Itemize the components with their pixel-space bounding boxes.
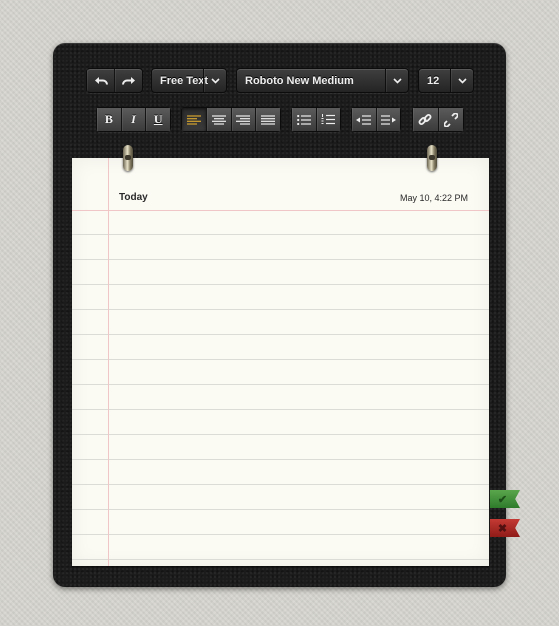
- chevron-down-icon: [450, 69, 473, 92]
- italic-label: I: [131, 112, 136, 126]
- undo-icon: [94, 76, 108, 85]
- redo-icon: [121, 76, 135, 85]
- indent-group: [351, 107, 401, 132]
- unlink-icon: [443, 112, 458, 127]
- numbered-list-button[interactable]: [316, 108, 340, 131]
- chevron-down-icon: [385, 69, 408, 92]
- undo-redo-group: [86, 68, 143, 93]
- note-title: Today: [119, 192, 148, 203]
- align-center-button[interactable]: [206, 108, 232, 131]
- note-paper[interactable]: Today May 10, 4:22 PM: [72, 158, 489, 566]
- align-left-button[interactable]: [182, 108, 207, 131]
- alignment-group: [181, 107, 281, 132]
- remove-link-button[interactable]: [438, 108, 463, 131]
- outdent-icon: [356, 114, 372, 125]
- bold-label: B: [104, 112, 113, 126]
- bold-button[interactable]: B: [97, 108, 122, 131]
- align-justify-icon: [261, 114, 276, 125]
- numbered-list-icon: [321, 114, 336, 125]
- bullet-list-button[interactable]: [292, 108, 317, 131]
- binder-ring-right: [427, 145, 437, 171]
- align-center-icon: [211, 114, 226, 125]
- outdent-button[interactable]: [352, 108, 377, 131]
- confirm-button[interactable]: ✔: [490, 490, 520, 508]
- chevron-down-icon: [203, 69, 226, 92]
- checkmark-icon: ✔: [497, 493, 508, 506]
- font-size-dropdown[interactable]: 12: [418, 68, 474, 93]
- font-family-value: Roboto New Medium: [245, 74, 354, 87]
- link-icon: [418, 113, 432, 125]
- italic-button[interactable]: I: [121, 108, 147, 131]
- text-style-dropdown[interactable]: Free Text: [151, 68, 227, 93]
- header-rule: [72, 210, 489, 211]
- font-family-dropdown[interactable]: Roboto New Medium: [236, 68, 409, 93]
- list-group: [291, 107, 341, 132]
- align-right-icon: [236, 114, 251, 125]
- font-size-value: 12: [427, 74, 440, 87]
- underline-button[interactable]: U: [146, 108, 171, 131]
- align-left-icon: [186, 114, 201, 125]
- align-right-button[interactable]: [231, 108, 257, 131]
- underline-label: U: [153, 112, 163, 126]
- align-justify-button[interactable]: [256, 108, 280, 131]
- ruled-lines: [72, 210, 489, 566]
- indent-icon: [380, 114, 396, 125]
- text-format-group: B I U: [96, 107, 171, 132]
- insert-link-button[interactable]: [413, 108, 439, 131]
- margin-line: [108, 158, 109, 566]
- indent-button[interactable]: [376, 108, 400, 131]
- link-group: [412, 107, 464, 132]
- binder-ring-left: [123, 145, 133, 171]
- note-date: May 10, 4:22 PM: [399, 193, 468, 203]
- text-style-value: Free Text: [160, 74, 209, 87]
- x-mark-icon: ✖: [497, 522, 508, 535]
- undo-button[interactable]: [87, 69, 115, 92]
- cancel-button[interactable]: ✖: [490, 519, 520, 537]
- redo-button[interactable]: [115, 69, 142, 92]
- bullet-list-icon: [296, 114, 311, 125]
